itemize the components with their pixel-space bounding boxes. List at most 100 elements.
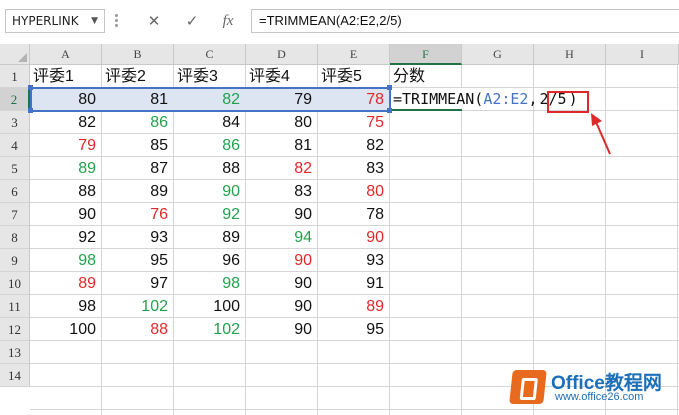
insert-function-icon[interactable]: fx <box>214 9 242 33</box>
row-header-9[interactable]: 9 <box>0 249 30 272</box>
data-cell[interactable]: 89 <box>318 295 390 318</box>
row-header-1[interactable]: 1 <box>0 65 30 88</box>
data-cell[interactable]: 80 <box>246 111 318 134</box>
column-header-c[interactable]: C <box>174 44 246 65</box>
formula-range-ref: A2:E2 <box>483 90 529 108</box>
data-cell[interactable]: 95 <box>318 318 390 341</box>
data-cell[interactable]: 98 <box>30 295 102 318</box>
row-header-6[interactable]: 6 <box>0 180 30 203</box>
row-header-10[interactable]: 10 <box>0 272 30 295</box>
data-cell[interactable]: 81 <box>102 88 174 111</box>
formula-input[interactable]: =TRIMMEAN(A2:E2,2/5) <box>251 9 679 33</box>
data-cell[interactable]: 102 <box>174 318 246 341</box>
row-header-5[interactable]: 5 <box>0 157 30 180</box>
data-cell[interactable]: 90 <box>246 272 318 295</box>
data-cell[interactable]: 83 <box>246 180 318 203</box>
data-cell[interactable]: 94 <box>246 226 318 249</box>
data-cell[interactable]: 86 <box>174 134 246 157</box>
formula-prefix: =TRIMMEAN( <box>393 90 484 108</box>
data-cell[interactable]: 86 <box>102 111 174 134</box>
data-cell[interactable]: 95 <box>102 249 174 272</box>
data-cell[interactable]: 82 <box>174 88 246 111</box>
data-cell[interactable]: 92 <box>30 226 102 249</box>
data-cell[interactable]: 78 <box>318 203 390 226</box>
data-cell[interactable]: 75 <box>318 111 390 134</box>
data-cell[interactable]: 90 <box>318 226 390 249</box>
data-cell[interactable]: 78 <box>318 88 390 111</box>
column-header-i[interactable]: I <box>606 44 679 65</box>
data-cell[interactable]: 93 <box>102 226 174 249</box>
header-cell[interactable]: 评委4 <box>246 65 318 88</box>
data-cell[interactable]: 97 <box>102 272 174 295</box>
data-cell[interactable]: 89 <box>30 157 102 180</box>
watermark-logo: Office教程网 www.office26.com <box>509 368 671 408</box>
column-header-g[interactable]: G <box>462 44 534 65</box>
data-cell[interactable]: 79 <box>30 134 102 157</box>
row-header-14[interactable]: 14 <box>0 364 30 387</box>
row-header-4[interactable]: 4 <box>0 134 30 157</box>
data-cell[interactable]: 80 <box>30 88 102 111</box>
cancel-icon[interactable]: ✕ <box>140 9 168 33</box>
formula-comma: , <box>528 90 538 108</box>
data-cell[interactable]: 88 <box>30 180 102 203</box>
data-cell[interactable]: 89 <box>102 180 174 203</box>
column-header-h[interactable]: H <box>534 44 606 65</box>
data-cell[interactable]: 96 <box>174 249 246 272</box>
data-cell[interactable]: 90 <box>30 203 102 226</box>
data-cell[interactable]: 90 <box>246 295 318 318</box>
data-cell[interactable]: 93 <box>318 249 390 272</box>
data-cell[interactable]: 89 <box>30 272 102 295</box>
data-cell[interactable]: 98 <box>174 272 246 295</box>
data-cell[interactable]: 89 <box>174 226 246 249</box>
data-cell[interactable]: 90 <box>246 203 318 226</box>
header-cell[interactable]: 评委2 <box>102 65 174 88</box>
data-cell[interactable]: 100 <box>174 295 246 318</box>
row-header-7[interactable]: 7 <box>0 203 30 226</box>
name-box-value: HYPERLINK <box>12 14 79 28</box>
highlight-box-annotation <box>547 91 589 113</box>
data-cell[interactable]: 91 <box>318 272 390 295</box>
column-header-d[interactable]: D <box>246 44 318 65</box>
data-cell[interactable]: 82 <box>246 157 318 180</box>
data-cell[interactable]: 87 <box>102 157 174 180</box>
splitter-handle[interactable] <box>115 14 118 28</box>
select-all-button[interactable] <box>0 44 30 65</box>
row-header-12[interactable]: 12 <box>0 318 30 341</box>
data-cell[interactable]: 100 <box>30 318 102 341</box>
header-cell[interactable]: 分数 <box>390 65 462 88</box>
cell-area[interactable]: 评委1 评委2 评委3 评委4 评委5 分数 80 81 82 79 78 82 86 84 80 75 79 8… <box>28 65 679 415</box>
column-header-b[interactable]: B <box>102 44 174 65</box>
data-cell[interactable]: 79 <box>246 88 318 111</box>
data-cell[interactable]: 82 <box>30 111 102 134</box>
header-cell[interactable]: 评委3 <box>174 65 246 88</box>
data-cell[interactable]: 90 <box>174 180 246 203</box>
header-cell[interactable]: 评委5 <box>318 65 390 88</box>
data-cell[interactable]: 85 <box>102 134 174 157</box>
header-cell[interactable]: 评委1 <box>30 65 102 88</box>
data-cell[interactable]: 80 <box>318 180 390 203</box>
data-cell[interactable]: 81 <box>246 134 318 157</box>
row-header-11[interactable]: 11 <box>0 295 30 318</box>
data-cell[interactable]: 88 <box>174 157 246 180</box>
data-cell[interactable]: 90 <box>246 318 318 341</box>
row-header-3[interactable]: 3 <box>0 111 30 134</box>
data-cell[interactable]: 84 <box>174 111 246 134</box>
data-cell[interactable]: 92 <box>174 203 246 226</box>
watermark-url: www.office26.com <box>555 391 644 403</box>
data-cell[interactable]: 82 <box>318 134 390 157</box>
data-cell[interactable]: 98 <box>30 249 102 272</box>
data-cell[interactable]: 90 <box>246 249 318 272</box>
row-header-13[interactable]: 13 <box>0 341 30 364</box>
row-header-8[interactable]: 8 <box>0 226 30 249</box>
name-box[interactable]: HYPERLINK ▼ <box>5 9 105 33</box>
data-cell[interactable]: 102 <box>102 295 174 318</box>
check-icon[interactable]: ✓ <box>178 9 206 33</box>
data-cell[interactable]: 88 <box>102 318 174 341</box>
column-header-e[interactable]: E <box>318 44 390 65</box>
column-header-f[interactable]: F <box>390 44 462 65</box>
data-cell[interactable]: 83 <box>318 157 390 180</box>
row-header-2[interactable]: 2 <box>0 88 30 111</box>
chevron-down-icon[interactable]: ▼ <box>91 10 98 32</box>
data-cell[interactable]: 76 <box>102 203 174 226</box>
column-header-a[interactable]: A <box>30 44 102 65</box>
